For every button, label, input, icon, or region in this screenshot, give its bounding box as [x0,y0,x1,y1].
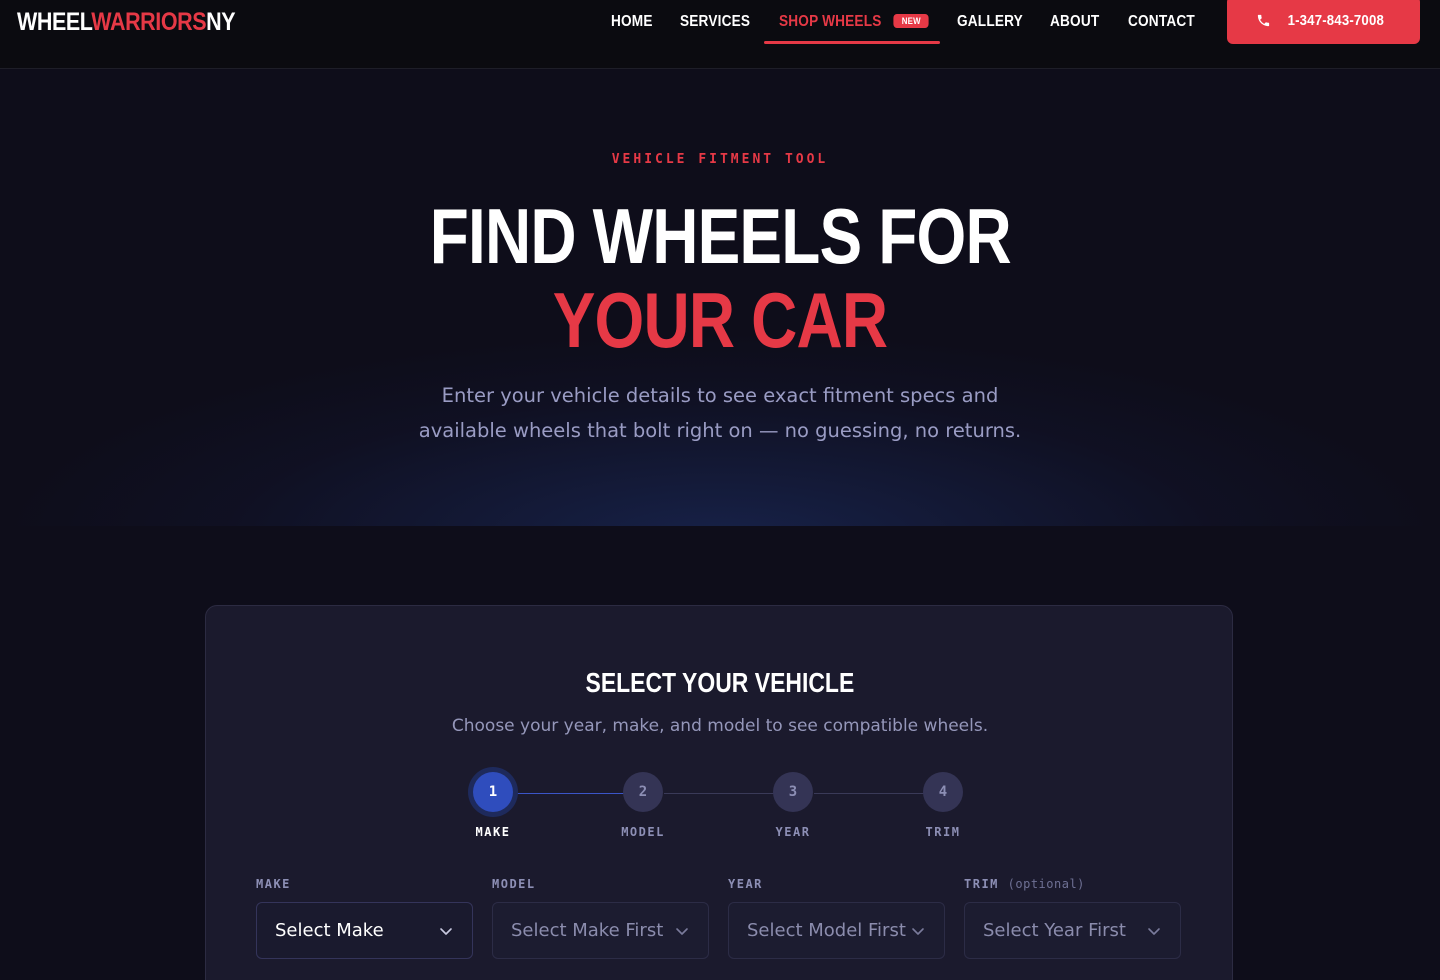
hero-headline-line2-text: YOUR CAR [552,276,888,364]
chevron-down-icon [440,927,452,935]
active-nav-indicator [764,41,940,44]
selector-title-text: SELECT YOUR VEHICLE [585,667,855,698]
logo-part-warriors: WARRIORS [91,8,207,36]
step-number: 1 [473,772,513,812]
nav-link-gallery[interactable]: GALLERY [957,11,1023,33]
selector-subtitle: Choose your year, make, and model to see… [451,716,989,736]
phone-icon [1258,14,1270,26]
step-year: 3 YEAR [743,772,843,839]
make-field-label: MAKE [256,877,291,891]
logo-part-wheel: WHEEL [17,8,92,36]
vehicle-selector-card: SELECT YOUR VEHICLE Choose your year, ma… [205,605,1233,980]
make-select[interactable]: Select Make [256,902,473,959]
logo-part-ny: NY [206,8,236,36]
model-field-label: MODEL [492,877,536,891]
chevron-down-icon [676,927,688,935]
nav-link-services[interactable]: SERVICES [680,11,750,33]
step-label: MODEL [621,825,665,839]
hero-subtitle: Enter your vehicle details to see exact … [418,384,1022,442]
trim-select[interactable]: Select Year First [964,902,1181,959]
nav-link-about[interactable]: ABOUT [1050,11,1099,33]
model-select-value: Select Make First [511,920,664,941]
hero-headline-line1-text: FIND WHEELS FOR [429,192,1011,280]
model-select[interactable]: Select Make First [492,902,709,959]
new-badge: NEW [893,14,929,28]
step-model: 2 MODEL [593,772,693,839]
nav-link-shop-wheels[interactable]: SHOP WHEELS NEW [779,11,929,33]
year-field-label: YEAR [728,877,763,891]
year-select[interactable]: Select Model First [728,902,945,959]
site-logo[interactable]: WHEELWARRIORSNY [17,6,236,38]
trim-select-value: Select Year First [983,920,1126,941]
step-trim: 4 TRIM [893,772,993,839]
year-select-value: Select Model First [747,920,906,941]
top-navigation: WHEELWARRIORSNY HOME SERVICES SHOP WHEEL… [0,0,1440,69]
make-select-value: Select Make [275,920,384,941]
nav-link-contact[interactable]: CONTACT [1128,11,1195,33]
hero-eyebrow: VEHICLE FITMENT TOOL [611,152,829,167]
hero-headline-line2: YOUR CAR [0,280,1440,360]
hero-headline-line1: FIND WHEELS FOR [0,196,1440,276]
nav-link-shop-wheels-label: SHOP WHEELS [779,13,882,30]
nav-link-home[interactable]: HOME [611,11,653,33]
step-make: 1 MAKE [443,772,543,839]
step-label: YEAR [775,825,811,839]
chevron-down-icon [1148,927,1160,935]
step-label: MAKE [475,825,511,839]
optional-note: (optional) [1007,877,1085,891]
chevron-down-icon [912,927,924,935]
trim-field-label-text: TRIM [964,877,999,891]
step-number: 4 [923,772,963,812]
phone-number: 1-347-843-7008 [1287,11,1385,29]
trim-field-label: TRIM (optional) [964,877,1085,891]
step-label: TRIM [925,825,961,839]
step-number: 2 [623,772,663,812]
selector-title: SELECT YOUR VEHICLE [206,666,1234,700]
step-number: 3 [773,772,813,812]
call-phone-button[interactable]: 1-347-843-7008 [1227,0,1420,44]
